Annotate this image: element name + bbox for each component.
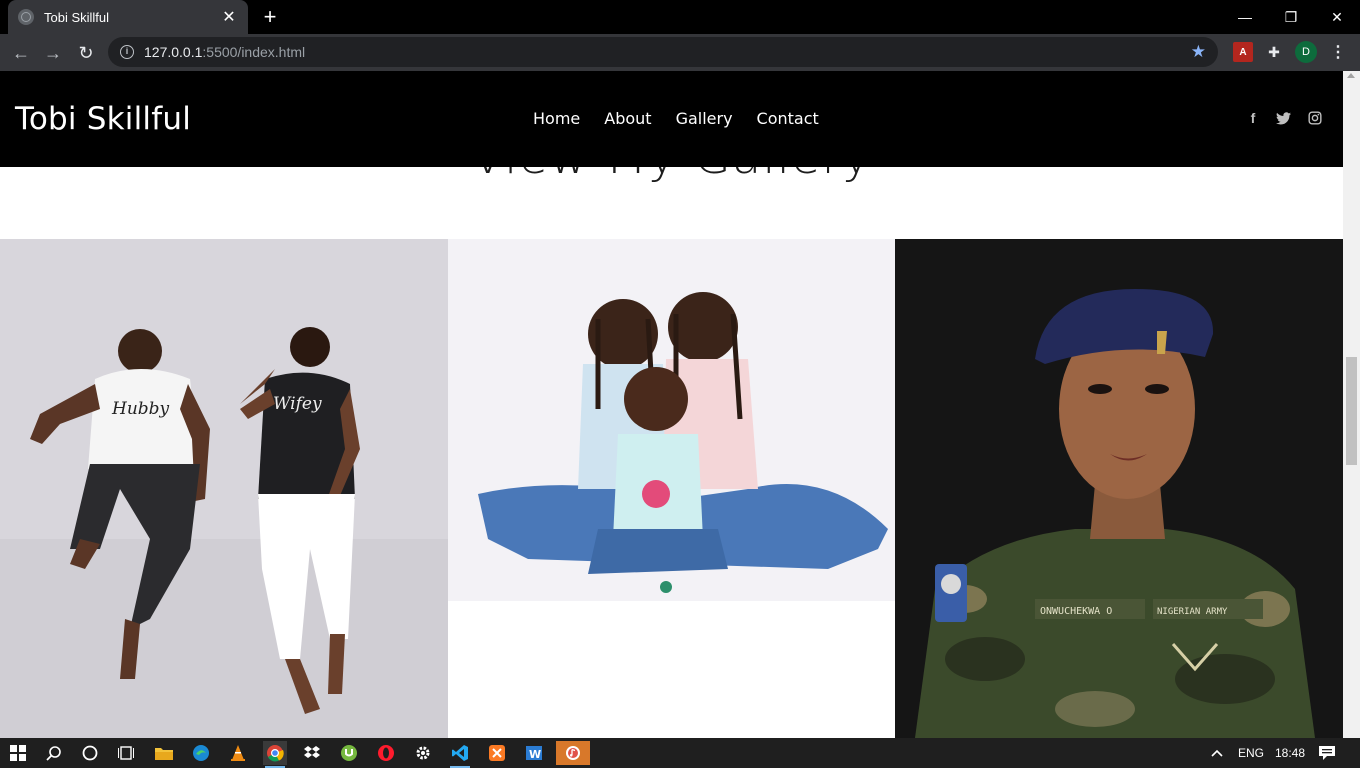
reload-icon[interactable]: ↻ (73, 40, 99, 66)
edge-icon[interactable] (189, 741, 213, 765)
chrome-icon[interactable] (263, 741, 287, 768)
back-arrow-icon[interactable]: ← (8, 40, 34, 66)
music-app-icon[interactable] (556, 741, 590, 765)
facebook-icon[interactable]: f (1244, 109, 1262, 127)
close-window-button[interactable]: ✕ (1314, 0, 1360, 34)
word-icon[interactable]: W (522, 741, 546, 765)
url-host: 127.0.0.1 (144, 44, 203, 60)
vlc-icon[interactable] (226, 741, 250, 765)
windows-taskbar: W ENG 18:48 (0, 738, 1360, 768)
bookmark-star-icon[interactable]: ★ (1191, 42, 1206, 62)
url-path: :5500/index.html (202, 44, 306, 60)
gallery-photo-soldier[interactable]: ONWUCHEKWA O NIGERIAN ARMY (895, 239, 1343, 738)
search-icon[interactable] (42, 741, 66, 765)
nav-home[interactable]: Home (533, 109, 580, 128)
wifey-shirt-text: Wifey (273, 394, 322, 414)
hubby-shirt-text: Hubby (111, 399, 170, 419)
twitter-icon[interactable] (1274, 109, 1292, 127)
nav-contact[interactable]: Contact (757, 109, 819, 128)
site-brand[interactable]: Tobi Skillful (15, 101, 191, 137)
vscode-icon[interactable] (448, 741, 472, 768)
file-explorer-icon[interactable] (152, 741, 176, 765)
pdf-extension-icon[interactable]: A (1233, 42, 1253, 62)
utorrent-icon[interactable] (337, 741, 361, 765)
input-language[interactable]: ENG (1238, 738, 1264, 768)
browser-toolbar: ← → ↻ i 127.0.0.1:5500/index.html ★ A ✚ … (0, 34, 1360, 71)
nav-gallery[interactable]: Gallery (676, 109, 733, 128)
windows-start-icon[interactable] (6, 741, 30, 765)
main-nav: Home About Gallery Contact (533, 109, 819, 128)
scroll-up-arrow-icon[interactable] (1347, 73, 1355, 78)
dropbox-icon[interactable] (300, 741, 324, 765)
site-header: Tobi Skillful Home About Gallery Contact… (0, 71, 1343, 167)
globe-icon (18, 9, 34, 25)
opera-icon[interactable] (374, 741, 398, 765)
page-scrollbar[interactable] (1343, 71, 1360, 738)
site-info-icon[interactable]: i (120, 45, 134, 59)
task-view-icon[interactable] (114, 741, 138, 765)
forward-arrow-icon[interactable]: → (40, 40, 66, 66)
settings-gear-icon[interactable] (411, 741, 435, 765)
notification-icon[interactable] (1318, 738, 1336, 768)
army-tape-text: NIGERIAN ARMY (1157, 607, 1228, 617)
browser-tab[interactable]: Tobi Skillful ✕ (8, 0, 248, 34)
browser-tabstrip: Tobi Skillful ✕ + — ❐ ✕ (0, 0, 1360, 34)
xampp-icon[interactable] (485, 741, 509, 765)
name-tape-text: ONWUCHEKWA O (1040, 606, 1112, 617)
page-viewport: Tobi Skillful Home About Gallery Contact… (0, 71, 1360, 738)
scroll-thumb[interactable] (1346, 357, 1357, 465)
gallery-grid: Hubby Wifey ONWUCHEKWA O NIGERIAN ARMY (0, 239, 1343, 738)
extensions-puzzle-icon[interactable]: ✚ (1264, 42, 1284, 62)
tab-title: Tobi Skillful (44, 9, 110, 25)
gallery-photo-children[interactable] (447, 239, 896, 738)
new-tab-button[interactable]: + (258, 5, 282, 29)
tray-chevron-icon[interactable] (1210, 738, 1224, 768)
address-bar[interactable]: i 127.0.0.1:5500/index.html ★ (108, 37, 1218, 67)
minimize-button[interactable]: — (1222, 0, 1268, 34)
clock-time[interactable]: 18:48 (1275, 738, 1305, 768)
nav-about[interactable]: About (604, 109, 651, 128)
tab-close-icon[interactable]: ✕ (220, 7, 238, 27)
gallery-photo-couple[interactable]: Hubby Wifey (0, 239, 448, 738)
cortana-icon[interactable] (78, 741, 102, 765)
svg-text:W: W (529, 748, 541, 761)
instagram-icon[interactable] (1306, 109, 1324, 127)
browser-menu-icon[interactable]: ⋮ (1328, 42, 1348, 62)
profile-avatar[interactable]: D (1295, 41, 1317, 63)
restore-button[interactable]: ❐ (1268, 0, 1314, 34)
